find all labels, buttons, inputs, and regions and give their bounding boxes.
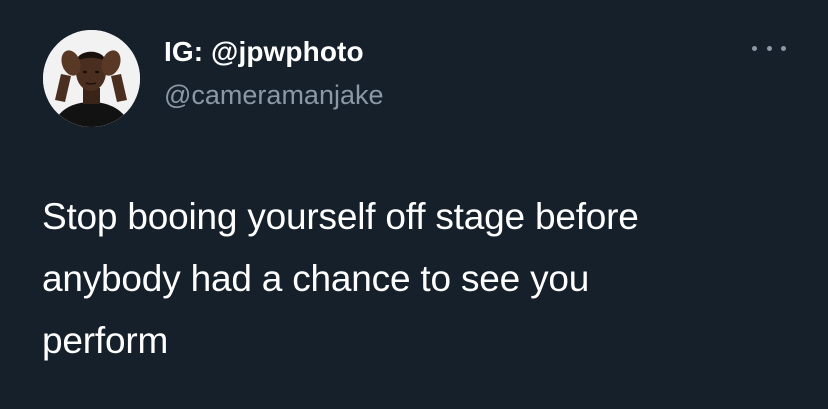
tweet-card: IG: @jpwphoto @cameramanjake Stop booing…	[0, 0, 828, 409]
tweet-text: Stop booing yourself off stage before an…	[42, 186, 802, 372]
more-dot	[752, 45, 757, 51]
tweet-text-line: Stop booing yourself off stage before	[42, 196, 639, 237]
avatar-photo	[43, 30, 140, 127]
user-handle[interactable]: @cameramanjake	[164, 80, 384, 111]
more-horizontal-icon[interactable]	[752, 38, 786, 58]
more-dot	[781, 45, 786, 51]
avatar[interactable]	[43, 30, 140, 127]
display-name[interactable]: IG: @jpwphoto	[164, 36, 364, 68]
tweet-text-line: anybody had a chance to see you	[42, 258, 590, 299]
more-dot	[766, 45, 772, 51]
tweet-text-line: perform	[42, 320, 169, 361]
